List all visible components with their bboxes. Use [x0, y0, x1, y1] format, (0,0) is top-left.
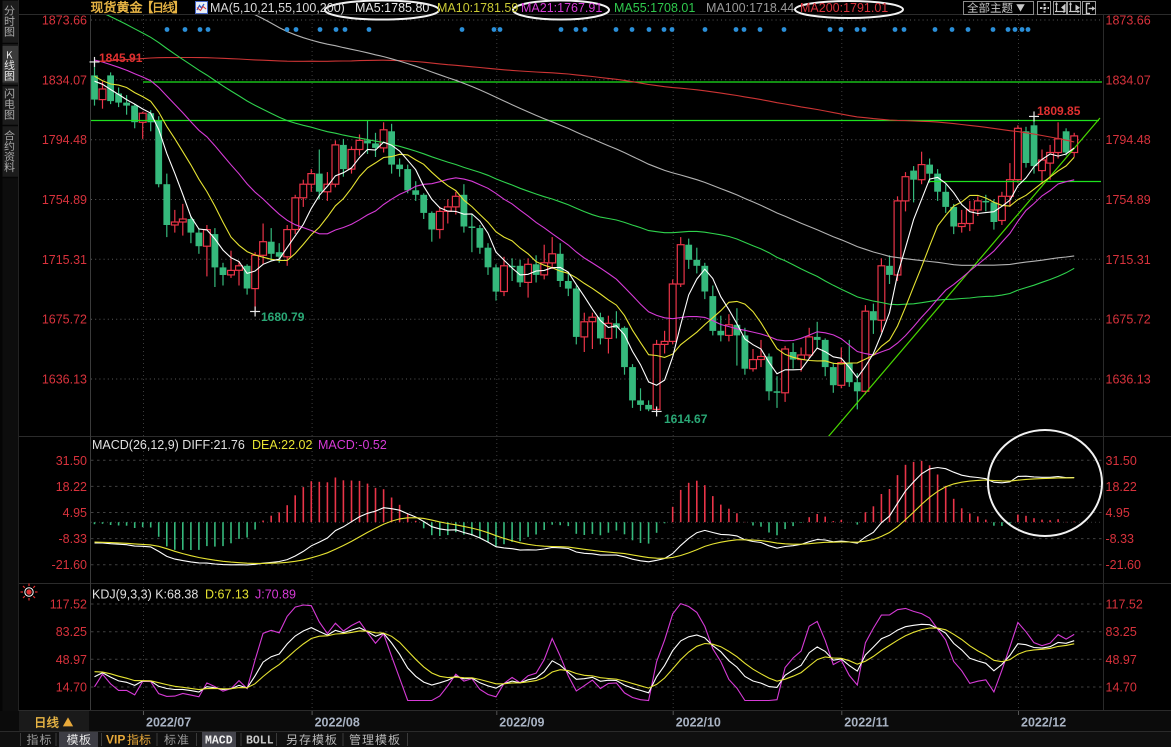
svg-text:MA200:1791.01: MA200:1791.01 [800, 1, 888, 15]
svg-text:1845.91: 1845.91 [99, 51, 143, 65]
svg-text:117.52: 117.52 [1106, 598, 1143, 612]
svg-text:1834.07: 1834.07 [1106, 73, 1151, 87]
svg-text:1614.67: 1614.67 [664, 412, 708, 426]
svg-text:MA100:1718.44: MA100:1718.44 [706, 1, 794, 15]
svg-text:-8.33: -8.33 [1106, 532, 1135, 546]
svg-text:31.50: 31.50 [56, 454, 87, 468]
svg-text:18.22: 18.22 [1106, 480, 1137, 494]
svg-text:2022/11: 2022/11 [844, 716, 889, 730]
svg-text:1754.89: 1754.89 [42, 193, 87, 207]
svg-text:MA5:1785.80: MA5:1785.80 [355, 1, 429, 15]
svg-text:D:67.13: D:67.13 [205, 588, 249, 602]
svg-text:-21.60: -21.60 [1106, 558, 1141, 572]
svg-text:14.70: 14.70 [56, 681, 87, 695]
svg-text:14.70: 14.70 [1106, 681, 1137, 695]
svg-text:1636.13: 1636.13 [1106, 373, 1151, 387]
svg-text:VIP: VIP [106, 733, 125, 747]
svg-text:1873.66: 1873.66 [42, 14, 87, 28]
svg-text:1873.66: 1873.66 [1106, 14, 1151, 28]
svg-text:4.95: 4.95 [1106, 506, 1130, 520]
svg-text:J:70.89: J:70.89 [255, 588, 296, 602]
svg-text:1680.79: 1680.79 [261, 310, 305, 324]
svg-text:117.52: 117.52 [50, 598, 87, 612]
svg-text:83.25: 83.25 [56, 625, 87, 639]
svg-text:MA10:1781.59: MA10:1781.59 [437, 1, 518, 15]
svg-text:DEA:22.02: DEA:22.02 [252, 438, 313, 452]
svg-text:1675.72: 1675.72 [1106, 313, 1151, 327]
svg-text:MACD: MACD [205, 735, 233, 747]
svg-text:2022/09: 2022/09 [499, 716, 544, 730]
svg-text:-21.60: -21.60 [52, 558, 87, 572]
svg-text:1636.13: 1636.13 [42, 373, 87, 387]
svg-text:48.97: 48.97 [56, 653, 87, 667]
svg-text:1715.31: 1715.31 [42, 253, 87, 267]
svg-text:MACD(26,12,9) DIFF:21.76: MACD(26,12,9) DIFF:21.76 [92, 438, 245, 452]
svg-text:1809.85: 1809.85 [1037, 104, 1081, 118]
svg-text:BOLL: BOLL [246, 735, 274, 747]
svg-text:1754.89: 1754.89 [1106, 193, 1151, 207]
svg-text:1794.48: 1794.48 [42, 133, 87, 147]
svg-text:18.22: 18.22 [56, 480, 87, 494]
svg-text:83.25: 83.25 [1106, 625, 1137, 639]
svg-text:2022/07: 2022/07 [146, 716, 191, 730]
svg-text:MA(5,10,21,55,100,200): MA(5,10,21,55,100,200) [210, 1, 345, 15]
svg-text:MA55:1708.01: MA55:1708.01 [614, 1, 695, 15]
svg-text:KDJ(9,3,3) K:68.38: KDJ(9,3,3) K:68.38 [92, 588, 198, 602]
svg-text:48.97: 48.97 [1106, 653, 1137, 667]
svg-text:1794.48: 1794.48 [1106, 133, 1151, 147]
svg-text:31.50: 31.50 [1106, 454, 1137, 468]
svg-text:2022/10: 2022/10 [676, 716, 721, 730]
svg-text:MACD:-0.52: MACD:-0.52 [318, 438, 387, 452]
svg-text:1715.31: 1715.31 [1106, 253, 1151, 267]
svg-text:MA21:1767.91: MA21:1767.91 [521, 1, 602, 15]
svg-text:4.95: 4.95 [63, 506, 87, 520]
svg-text:1675.72: 1675.72 [42, 313, 87, 327]
svg-text:2022/12: 2022/12 [1021, 716, 1066, 730]
svg-text:-8.33: -8.33 [59, 532, 88, 546]
svg-text:2022/08: 2022/08 [315, 716, 360, 730]
svg-text:1834.07: 1834.07 [42, 73, 87, 87]
